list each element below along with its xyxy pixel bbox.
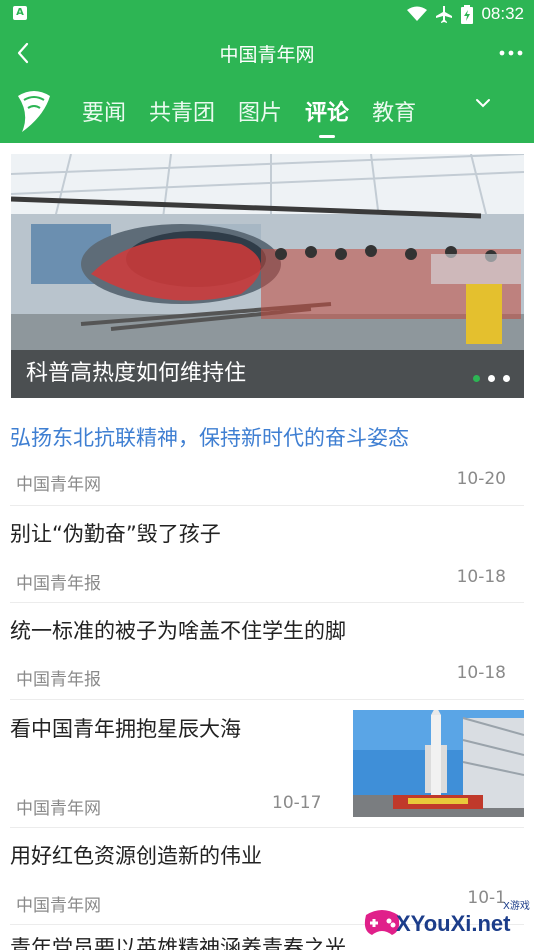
logo-icon[interactable]: [14, 84, 54, 138]
more-dots-icon[interactable]: [496, 38, 526, 68]
tab-jiaoyu[interactable]: 教育: [372, 95, 416, 127]
watermark: X游戏 XYouXi.net: [360, 893, 534, 950]
news-source: 中国青年报: [16, 574, 101, 594]
banner-caption[interactable]: 科普高热度如何维持住: [26, 355, 246, 387]
page-title: 中国青年网: [219, 44, 315, 66]
app-notification-icon: A: [13, 6, 27, 20]
news-date: 10-20: [456, 469, 506, 489]
app-header: 中国青年网: [0, 28, 534, 78]
tab-tupian[interactable]: 图片: [238, 95, 282, 127]
news-headline[interactable]: 用好红色资源创造新的伟业: [10, 840, 262, 870]
carousel-dot: [488, 375, 495, 382]
divider: [10, 505, 524, 506]
news-headline[interactable]: 统一标准的被子为啥盖不住学生的脚: [10, 615, 346, 645]
divider: [10, 602, 524, 603]
channel-tabs: 要闻 共青团 图片 评论 教育: [82, 95, 439, 138]
news-headline[interactable]: 青年党员要以英雄精神涵养青春之光: [10, 932, 346, 950]
carousel-dot: [473, 375, 480, 382]
news-date: 10-18: [456, 663, 506, 683]
watermark-text: XYouXi.net: [396, 911, 511, 936]
channel-bar: 要闻 共青团 图片 评论 教育: [0, 78, 534, 143]
news-headline[interactable]: 别让“伪勤奋”毁了孩子: [10, 518, 221, 548]
tab-gongqingtuan[interactable]: 共青团: [149, 95, 215, 127]
wifi-icon: [407, 6, 428, 21]
tab-yaowen[interactable]: 要闻: [82, 95, 126, 127]
news-source: 中国青年报: [16, 670, 101, 690]
chevron-down-icon[interactable]: [472, 92, 494, 114]
airplane-icon: [436, 6, 453, 23]
news-thumbnail[interactable]: [353, 710, 524, 817]
rocket-image: [353, 710, 524, 817]
carousel-indicator: [473, 375, 510, 382]
news-date: 10-17: [272, 793, 322, 813]
battery-icon: [461, 4, 474, 24]
divider: [10, 827, 524, 828]
divider: [10, 699, 524, 700]
news-date: 10-18: [456, 567, 506, 587]
watermark-small-text: X游戏: [503, 901, 530, 912]
carousel-dot: [503, 375, 510, 382]
status-time: 08:32: [481, 4, 524, 23]
status-bar: A 08:32: [0, 0, 534, 28]
tab-pinglun[interactable]: 评论: [305, 95, 349, 138]
news-source: 中国青年网: [16, 799, 101, 819]
news-source: 中国青年网: [16, 475, 101, 495]
news-headline[interactable]: 弘扬东北抗联精神，保持新时代的奋斗姿态: [10, 422, 409, 452]
banner-carousel[interactable]: 科普高热度如何维持住: [11, 154, 524, 398]
news-source: 中国青年网: [16, 896, 101, 916]
news-headline[interactable]: 看中国青年拥抱星辰大海: [10, 713, 241, 743]
